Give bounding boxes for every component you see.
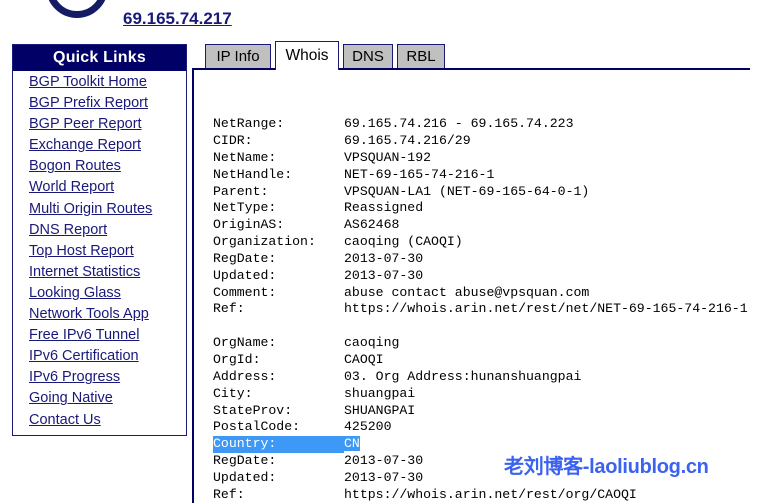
whois-field-value: Reassigned <box>344 200 424 216</box>
whois-field-value: 03. Org Address:hunanshuangpai <box>344 368 582 384</box>
sidebar-item-internet-statistics[interactable]: Internet Statistics <box>29 262 186 283</box>
whois-row: Address: 03. Org Address:hunanshuangpai <box>213 369 748 386</box>
whois-row: OrgId: CAOQI <box>213 352 748 369</box>
tab-ip-info[interactable]: IP Info <box>205 44 271 69</box>
tab-whois[interactable]: Whois <box>275 41 339 70</box>
whois-field-key: OrgId: <box>213 352 261 367</box>
sidebar-item-looking-glass[interactable]: Looking Glass <box>29 283 186 304</box>
whois-output[interactable]: NetRange: 69.165.74.216 - 69.165.74.223 CI… <box>213 116 748 503</box>
whois-row: Updated: 2013-07-30 <box>213 268 748 285</box>
whois-field-key: Comment: <box>213 284 277 300</box>
hurricane-electric-circle-logo-icon <box>46 0 108 18</box>
whois-field-key: StateProv: <box>213 402 293 418</box>
whois-field-value: AS62468 <box>344 217 400 233</box>
whois-row: OrgName: caoqing <box>213 335 748 352</box>
whois-field-value: caoqing <box>344 335 400 351</box>
whois-row: Ref: https://whois.arin.net/rest/org/CAOQ… <box>213 487 748 504</box>
whois-field-value: https://whois.arin.net/rest/net/NET-69-1… <box>344 301 748 317</box>
whois-row: Ref: https://whois.arin.net/rest/net/NET-… <box>213 301 748 318</box>
whois-row: StateProv: SHUANGPAI <box>213 403 748 420</box>
sidebar-item-world-report[interactable]: World Report <box>29 177 186 198</box>
whois-row: RegDate: 2013-07-30 <box>213 251 748 268</box>
sidebar-item-bgp-prefix-report[interactable]: BGP Prefix Report <box>29 93 186 114</box>
sidebar-item-contact-us[interactable]: Contact Us <box>29 410 186 431</box>
whois-row: NetType: Reassigned <box>213 200 748 217</box>
whois-field-value: 2013-07-30 <box>344 453 424 469</box>
whois-field-value: 2013-07-30 <box>344 267 424 283</box>
whois-field-value: VPSQUAN-192 <box>344 149 432 165</box>
sidebar-item-multi-origin-routes[interactable]: Multi Origin Routes <box>29 199 186 220</box>
quick-links-sidebar: Quick Links BGP Toolkit Home BGP Prefix R… <box>12 44 187 436</box>
sidebar-item-exchange-report[interactable]: Exchange Report <box>29 135 186 156</box>
tab-dns[interactable]: DNS <box>343 44 393 69</box>
whois-field-key: Ref: <box>213 486 245 502</box>
whois-row: NetHandle: NET-69-165-74-216-1 <box>213 167 748 184</box>
whois-field-value: shuangpai <box>344 385 416 401</box>
sidebar-link-list: BGP Toolkit Home BGP Prefix Report BGP Pee… <box>13 71 186 435</box>
whois-row: NetRange: 69.165.74.216 - 69.165.74.223 <box>213 116 748 133</box>
whois-field-key: NetType: <box>213 200 277 216</box>
whois-row: OriginAS: AS62468 <box>213 217 748 234</box>
whois-field-key: PostalCode: <box>213 419 301 435</box>
whois-row: City: shuangpai <box>213 386 748 403</box>
whois-row: Parent: VPSQUAN-LA1 (NET-69-165-64-0-1) <box>213 184 748 201</box>
whois-field-key: RegDate: <box>213 453 277 469</box>
whois-row: Comment: abuse contact abuse@vpsquan.com <box>213 285 748 302</box>
site-watermark: 老刘博客-laoliublog.cn <box>504 456 709 478</box>
sidebar-item-top-host-report[interactable]: Top Host Report <box>29 241 186 262</box>
whois-field-key: Country: <box>213 436 344 454</box>
whois-row: PostalCode: 425200 <box>213 419 748 436</box>
whois-field-key: OriginAS: <box>213 217 285 233</box>
whois-field-key: Updated: <box>213 267 277 283</box>
whois-field-key: OrgName: <box>213 335 277 351</box>
whois-field-key: Ref: <box>213 301 245 317</box>
whois-field-key: Address: <box>213 368 277 384</box>
whois-field-value: 69.165.74.216 - 69.165.74.223 <box>344 116 574 132</box>
sidebar-item-free-ipv6-tunnel[interactable]: Free IPv6 Tunnel <box>29 325 186 346</box>
whois-field-value: caoqing (CAOQI) <box>344 234 463 250</box>
whois-field-key: RegDate: <box>213 250 277 266</box>
whois-field-key: CIDR: <box>213 133 253 149</box>
whois-field-value: CN <box>344 436 360 452</box>
whois-field-value: abuse contact abuse@vpsquan.com <box>344 284 590 300</box>
whois-field-value: 425200 <box>344 419 392 435</box>
whois-field-key: City: <box>213 385 253 401</box>
whois-spacer <box>213 318 748 335</box>
sidebar-item-bgp-toolkit-home[interactable]: BGP Toolkit Home <box>29 72 186 93</box>
tab-rbl[interactable]: RBL <box>397 44 445 69</box>
whois-field-value: 2013-07-30 <box>344 250 424 266</box>
sidebar-item-bgp-peer-report[interactable]: BGP Peer Report <box>29 114 186 135</box>
whois-field-key: Updated: <box>213 469 277 485</box>
whois-field-key: NetName: <box>213 149 277 165</box>
sidebar-item-going-native[interactable]: Going Native <box>29 388 186 409</box>
whois-field-value: VPSQUAN-LA1 (NET-69-165-64-0-1) <box>344 183 590 199</box>
whois-field-key: Organization: <box>213 234 316 250</box>
sidebar-item-network-tools-app[interactable]: Network Tools App <box>29 304 186 325</box>
whois-field-value: NET-69-165-74-216-1 <box>344 166 495 182</box>
sidebar-title: Quick Links <box>13 45 186 71</box>
page-title-ip-link[interactable]: 69.165.74.217 <box>123 9 232 29</box>
whois-field-value: CAOQI <box>344 352 384 367</box>
whois-row: CIDR: 69.165.74.216/29 <box>213 133 748 150</box>
whois-field-key: NetHandle: <box>213 166 293 182</box>
sidebar-item-bogon-routes[interactable]: Bogon Routes <box>29 156 186 177</box>
sidebar-item-ipv6-certification[interactable]: IPv6 Certification <box>29 346 186 367</box>
whois-field-key: NetRange: <box>213 116 285 132</box>
whois-row: NetName: VPSQUAN-192 <box>213 150 748 167</box>
whois-field-key: Parent: <box>213 183 269 199</box>
whois-field-value: SHUANGPAI <box>344 402 416 418</box>
page-header: 69.165.74.217 <box>0 0 764 40</box>
whois-row: Organization: caoqing (CAOQI) <box>213 234 748 251</box>
whois-field-value: https://whois.arin.net/rest/org/CAOQI <box>344 486 637 502</box>
whois-field-value: 2013-07-30 <box>344 469 424 485</box>
whois-field-value: 69.165.74.216/29 <box>344 133 471 149</box>
sidebar-item-ipv6-progress[interactable]: IPv6 Progress <box>29 367 186 388</box>
sidebar-item-dns-report[interactable]: DNS Report <box>29 220 186 241</box>
